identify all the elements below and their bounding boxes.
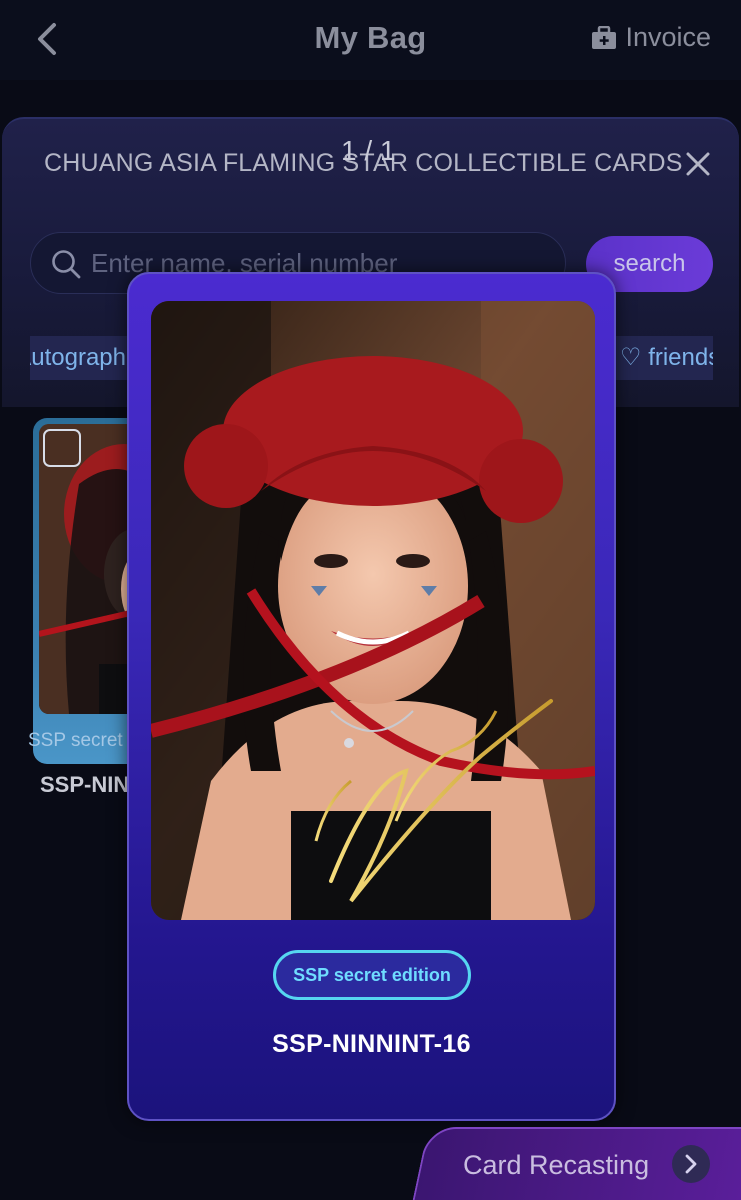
select-checkbox[interactable] (43, 429, 81, 467)
card-preview-modal: SSP secret edition SSP-NINNINT-16 (127, 272, 616, 1121)
card-photo (151, 301, 595, 920)
app-header: My Bag Invoice (0, 0, 741, 80)
filter-tab-autograph[interactable]: Autograph (30, 336, 130, 380)
friendship-heart-icon: ♡ (620, 344, 649, 371)
filter-tab-label: friendship (648, 344, 713, 371)
card-counter: 1 / 1 (341, 135, 396, 166)
chevron-right-icon[interactable] (672, 1145, 710, 1183)
search-icon (52, 250, 81, 279)
filter-tab-friendship[interactable]: ♡ friendship (612, 336, 713, 380)
briefcase-plus-icon (592, 25, 617, 49)
close-icon[interactable] (684, 150, 712, 178)
invoice-label: Invoice (625, 22, 711, 52)
card-serial-number: SSP-NINNINT-16 (272, 1030, 471, 1058)
card-recasting-label: Card Recasting (463, 1150, 650, 1180)
invoice-button[interactable]: Invoice (591, 22, 711, 53)
edition-badge: SSP secret edition (273, 950, 471, 1000)
